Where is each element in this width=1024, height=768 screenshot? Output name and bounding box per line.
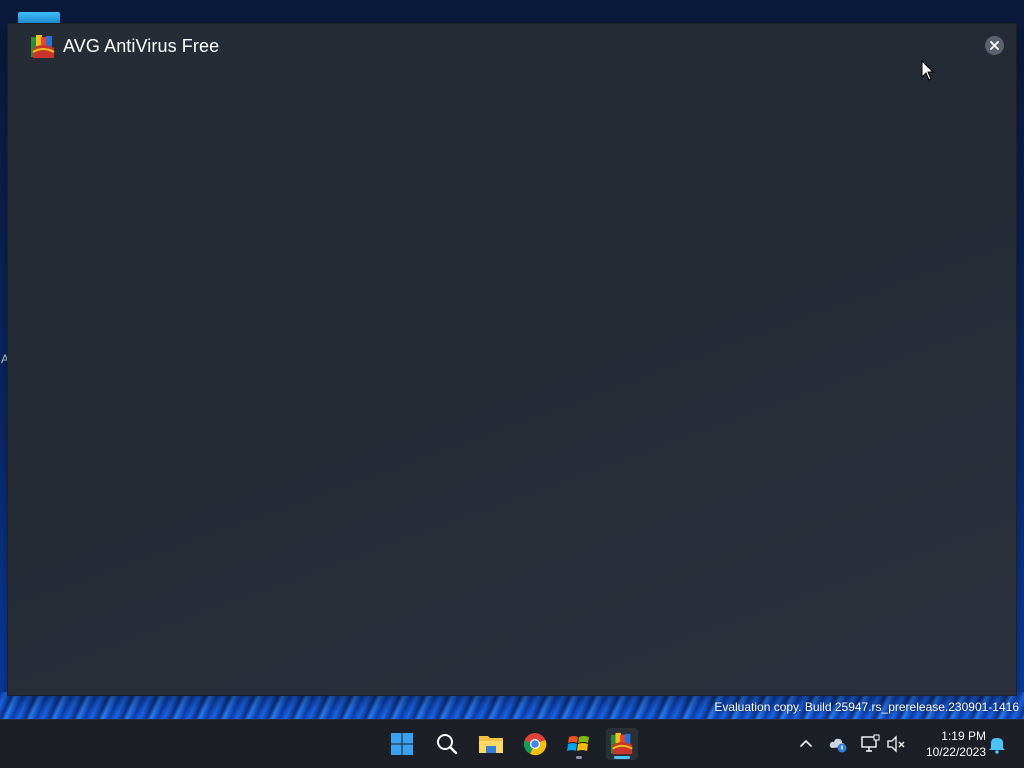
- network-icon[interactable]: [860, 734, 880, 754]
- window-content: [8, 70, 1016, 695]
- mouse-cursor-icon: [921, 60, 935, 81]
- search-button[interactable]: [431, 728, 463, 760]
- title-bar[interactable]: AVG AntiVirus Free: [8, 24, 1016, 70]
- windows-app-button[interactable]: [563, 728, 595, 760]
- system-clock[interactable]: 1:19 PM 10/22/2023: [914, 728, 986, 760]
- folder-icon: [479, 736, 503, 753]
- chrome-button[interactable]: [519, 728, 551, 760]
- window-title: AVG AntiVirus Free: [63, 36, 220, 56]
- clock-date: 10/22/2023: [925, 745, 986, 759]
- active-indicator: [614, 756, 630, 759]
- close-icon: [990, 41, 999, 50]
- running-indicator: [576, 756, 582, 759]
- bell-icon[interactable]: [987, 734, 1007, 754]
- avg-button[interactable]: [606, 728, 638, 760]
- cloud-status-icon[interactable]: [828, 734, 848, 754]
- volume-muted-icon[interactable]: [886, 734, 906, 754]
- clock-time: 1:19 PM: [941, 729, 986, 743]
- avg-antivirus-window: AVG AntiVirus Free: [8, 24, 1016, 695]
- windows-flag-icon: [567, 736, 589, 751]
- evaluation-watermark: Evaluation copy. Build 25947.rs_prerelea…: [714, 700, 1019, 714]
- chrome-icon: [523, 733, 547, 756]
- file-explorer-button[interactable]: [475, 728, 507, 760]
- taskbar: 1:19 PM 10/22/2023: [0, 719, 1024, 768]
- desktop: A AVG AntiVirus Free Evaluation copy. Bu: [0, 0, 1024, 768]
- avg-logo-icon: [31, 35, 55, 58]
- windows-logo-icon: [391, 733, 413, 755]
- search-icon: [437, 734, 458, 755]
- avg-logo-icon: [610, 732, 633, 755]
- start-button[interactable]: [386, 728, 418, 760]
- chevron-up-icon[interactable]: [798, 736, 814, 752]
- close-button[interactable]: [985, 36, 1004, 55]
